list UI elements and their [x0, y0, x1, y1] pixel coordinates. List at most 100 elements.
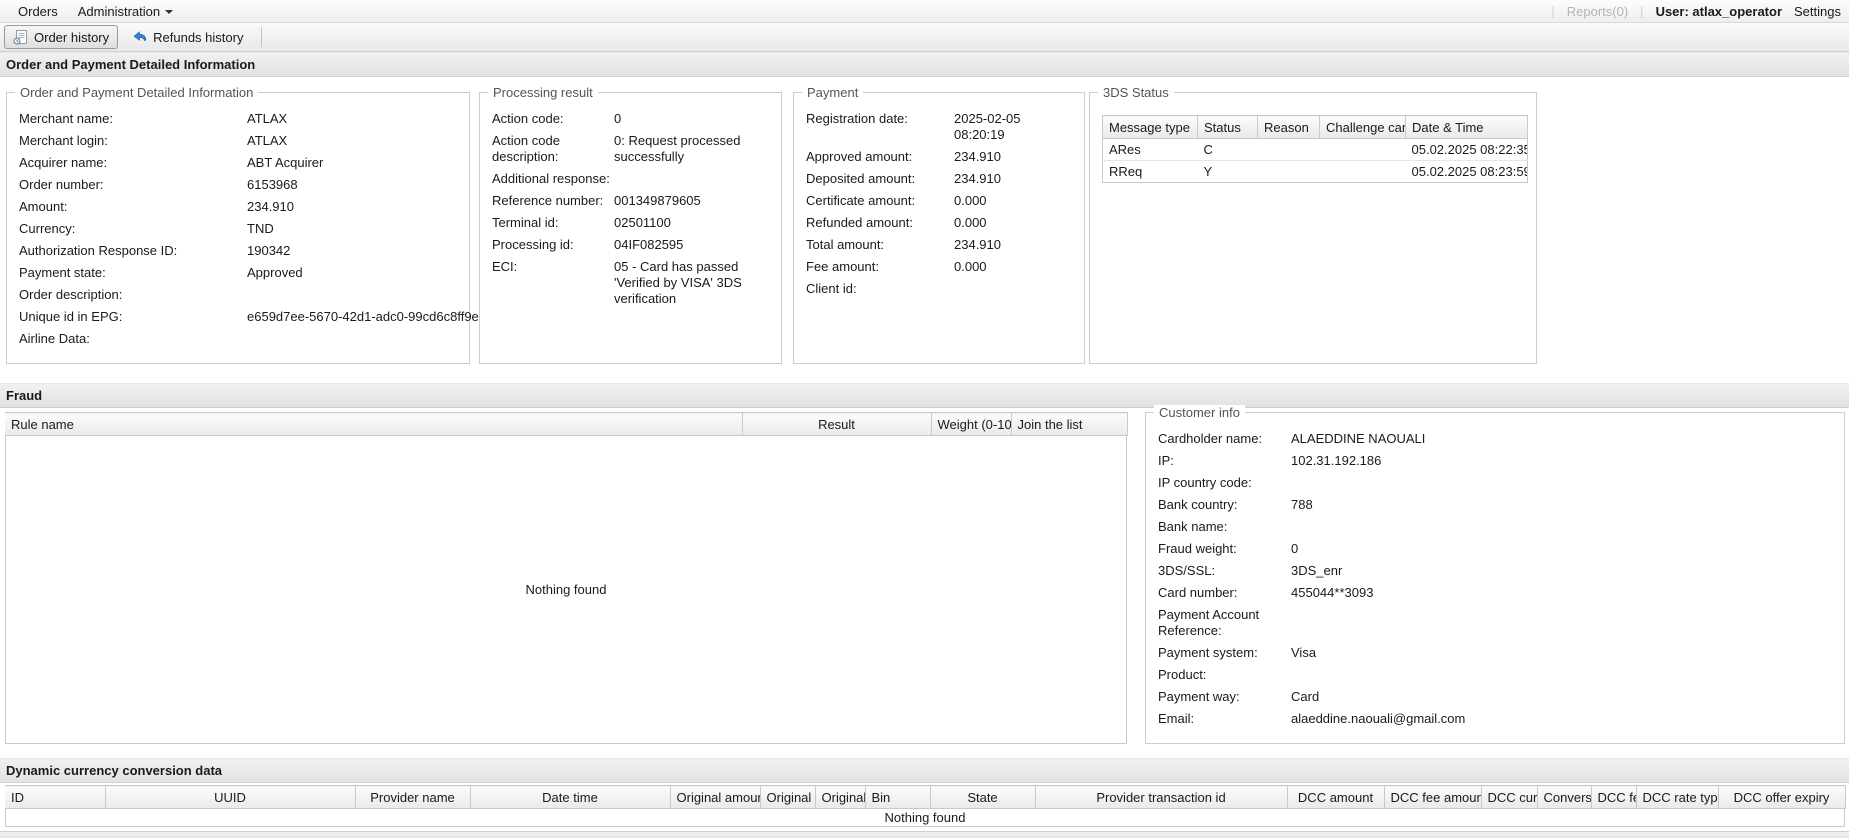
- field-row: Client id:: [806, 281, 1074, 297]
- column-header: Provider transaction id: [1035, 786, 1287, 809]
- tab-refunds-history[interactable]: Refunds history: [124, 26, 251, 48]
- reports-link[interactable]: Reports(0): [1567, 4, 1628, 19]
- column-header: Conversi: [1537, 786, 1591, 809]
- field-value: 04IF082595: [614, 237, 779, 253]
- toolbar: Order history Refunds history: [0, 23, 1849, 52]
- table-cell: [1258, 161, 1320, 183]
- column-header: DCC fee amount: [1384, 786, 1481, 809]
- field-value: 02501100: [614, 215, 779, 231]
- field-row: Terminal id: 02501100: [492, 215, 771, 231]
- dcc-table: IDUUIDProvider nameDate timeOriginal amo…: [5, 785, 1845, 827]
- toolbar-separator: [261, 27, 262, 47]
- field-row: Payment system: Visa: [1158, 645, 1834, 661]
- column-header: Result: [742, 413, 931, 436]
- table-cell: RReq: [1103, 161, 1198, 183]
- table-cell: ARes: [1103, 139, 1198, 161]
- panel-order-info-legend: Order and Payment Detailed Information: [15, 85, 258, 100]
- panel-processing-result: Processing result Action code: 0 Action …: [479, 92, 782, 364]
- field-row: 3DS/SSL: 3DS_enr: [1158, 563, 1834, 579]
- section-header-order-info-label: Order and Payment Detailed Information: [6, 57, 255, 72]
- field-label: 3DS/SSL:: [1158, 563, 1291, 579]
- field-value: alaeddine.naouali@gmail.com: [1291, 711, 1834, 727]
- field-label: IP country code:: [1158, 475, 1291, 491]
- field-row: Card number: 455044**3093: [1158, 585, 1834, 601]
- field-row: Authorization Response ID: 190342: [19, 243, 459, 259]
- column-header: DCC rate type: [1636, 786, 1718, 809]
- column-header: Date time: [470, 786, 670, 809]
- field-value: Visa: [1291, 645, 1834, 661]
- column-header: Reason: [1258, 116, 1320, 139]
- field-row: Order description:: [19, 287, 459, 303]
- menu-item-orders[interactable]: Orders: [8, 4, 68, 19]
- field-label: Refunded amount:: [806, 215, 954, 231]
- field-row: ECI: 05 - Card has passed 'Verified by V…: [492, 259, 771, 307]
- menubar-separator: |: [1640, 4, 1643, 19]
- panel-processing-legend: Processing result: [488, 85, 598, 100]
- column-header: Date & Time: [1406, 116, 1528, 139]
- table-cell: Y: [1198, 161, 1258, 183]
- field-value: 0: [614, 111, 779, 127]
- panel-3ds-status: 3DS Status Message typeStatusReasonChall…: [1089, 92, 1537, 364]
- panel-payment-legend: Payment: [802, 85, 863, 100]
- field-value: 3DS_enr: [1291, 563, 1834, 579]
- field-label: Payment Account Reference:: [1158, 607, 1291, 639]
- field-row: Reference number: 001349879605: [492, 193, 771, 209]
- field-value: [247, 331, 459, 347]
- column-header: Provider name: [355, 786, 470, 809]
- field-row: Approved amount: 234.910: [806, 149, 1074, 165]
- field-row: Merchant login: ATLAX: [19, 133, 459, 149]
- panel-customer-info: Customer info Cardholder name: ALAEDDINE…: [1145, 412, 1845, 744]
- field-label: Bank name:: [1158, 519, 1291, 535]
- field-value: 05 - Card has passed 'Verified by VISA' …: [614, 259, 779, 307]
- field-value: 0.000: [954, 193, 1074, 209]
- column-header: Rule name: [5, 413, 742, 436]
- field-label: Unique id in EPG:: [19, 309, 247, 325]
- column-header: Original c: [815, 786, 865, 809]
- field-label: Certificate amount:: [806, 193, 954, 209]
- field-label: Action code description:: [492, 133, 614, 165]
- field-value: 001349879605: [614, 193, 779, 209]
- field-label: Merchant login:: [19, 133, 247, 149]
- field-value: [1291, 607, 1834, 639]
- field-value: 102.31.192.186: [1291, 453, 1834, 469]
- field-value: 234.910: [954, 171, 1074, 187]
- field-label: Amount:: [19, 199, 247, 215]
- tab-order-history[interactable]: Order history: [4, 25, 118, 49]
- field-value: 190342: [247, 243, 459, 259]
- field-row: Total amount: 234.910: [806, 237, 1074, 253]
- table-cell: [1258, 139, 1320, 161]
- field-row: Payment state: Approved: [19, 265, 459, 281]
- field-value: Card: [1291, 689, 1834, 705]
- field-row: Currency: TND: [19, 221, 459, 237]
- field-row: Acquirer name: ABT Acquirer: [19, 155, 459, 171]
- column-header: UUID: [105, 786, 355, 809]
- panel-customer-legend: Customer info: [1154, 405, 1245, 420]
- field-label: Total amount:: [806, 237, 954, 253]
- panel-order-info: Order and Payment Detailed Information M…: [6, 92, 470, 364]
- column-header: Message type: [1103, 116, 1198, 139]
- field-label: Bank country:: [1158, 497, 1291, 513]
- tab-order-history-label: Order history: [34, 30, 109, 45]
- field-row: Cardholder name: ALAEDDINE NAOUALI: [1158, 431, 1834, 447]
- field-label: Additional response:: [492, 171, 614, 187]
- column-header: DCC amount: [1287, 786, 1384, 809]
- field-value: 0.000: [954, 259, 1074, 275]
- field-row: Registration date: 2025-02-05 08:20:19: [806, 111, 1074, 143]
- field-label: Payment state:: [19, 265, 247, 281]
- table-cell: 05.02.2025 08:22:35: [1406, 139, 1528, 161]
- section-header-dcc-label: Dynamic currency conversion data: [6, 763, 222, 778]
- settings-link[interactable]: Settings: [1794, 4, 1841, 19]
- field-label: Order number:: [19, 177, 247, 193]
- field-label: Payment system:: [1158, 645, 1291, 661]
- field-row: Bank name:: [1158, 519, 1834, 535]
- field-value: ALAEDDINE NAOUALI: [1291, 431, 1834, 447]
- field-label: Reference number:: [492, 193, 614, 209]
- field-label: Deposited amount:: [806, 171, 954, 187]
- chevron-down-icon: [165, 10, 173, 14]
- menu-item-administration[interactable]: Administration: [68, 4, 183, 19]
- field-value: e659d7ee-5670-42d1-adc0-99cd6c8ff9eb: [247, 309, 486, 325]
- field-value: 6153968: [247, 177, 459, 193]
- column-header: ID: [5, 786, 105, 809]
- section-header-order-info: Order and Payment Detailed Information: [0, 52, 1849, 77]
- tab-refunds-history-label: Refunds history: [153, 30, 243, 45]
